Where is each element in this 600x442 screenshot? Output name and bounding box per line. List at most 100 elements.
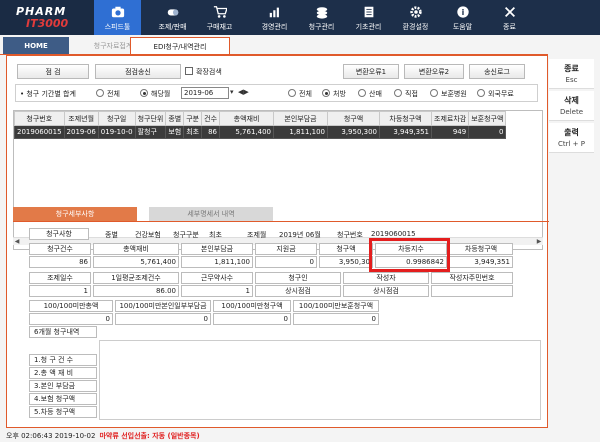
claim-info-label: 청구사항 bbox=[29, 228, 89, 240]
nav-claims[interactable]: 청구관리 bbox=[298, 0, 345, 35]
col-header[interactable]: 본인부담금 bbox=[273, 111, 329, 126]
radio-prescription[interactable] bbox=[322, 89, 330, 97]
cell-bohun[interactable]: 0 bbox=[468, 125, 507, 139]
cell-unit[interactable]: 팔청구 bbox=[134, 125, 167, 139]
col-header[interactable]: 총액재비 bbox=[219, 111, 275, 126]
col-header[interactable]: 구분 bbox=[183, 111, 203, 126]
nav-settings[interactable]: 환경설정 bbox=[392, 0, 439, 35]
col-header[interactable]: 조제료차감 bbox=[431, 111, 470, 126]
tab-claim-detail[interactable]: 청구세부사항 bbox=[13, 207, 137, 221]
radio-direct-label: 직접 bbox=[405, 90, 418, 98]
claims-table: 청구번호 조제년월 청구일 청구단위 종별 구분 건수 총액재비 본인부담금 청… bbox=[14, 111, 507, 139]
table-row[interactable]: 2019060015 2019-06 019-10-0 팔청구 보험 최초 86… bbox=[14, 125, 507, 139]
pills-icon bbox=[166, 5, 180, 19]
cell-claim-date[interactable]: 019-10-0 bbox=[97, 125, 136, 139]
nav-purchase[interactable]: 구매재고 bbox=[196, 0, 243, 35]
radio-foreign[interactable] bbox=[477, 89, 485, 97]
col-header[interactable]: 보훈청구액 bbox=[468, 111, 507, 126]
col-header[interactable]: 청구단위 bbox=[134, 111, 167, 126]
history-item: 3.본인 부담금 bbox=[29, 380, 97, 392]
cell-division[interactable]: 최초 bbox=[183, 125, 203, 139]
col-header[interactable]: 건수 bbox=[201, 111, 221, 126]
nav-label: 경영관리 bbox=[261, 23, 288, 31]
label-under100-copay: 100/100미만본인일부부담금 bbox=[115, 300, 211, 312]
claim-div-value: 최초 bbox=[209, 231, 222, 239]
print-shortcut: Ctrl + P bbox=[558, 140, 585, 148]
value-under100-copay: 0 bbox=[115, 313, 211, 325]
month-stepper-icon[interactable]: ◀▶ bbox=[238, 88, 249, 96]
status-bar: 오후 02:06:43 2019-10-02 마약류 선입선출: 자동 (일반종… bbox=[0, 429, 600, 442]
delete-label: 삭제 bbox=[564, 96, 579, 105]
check-send-button[interactable]: 점검송신 bbox=[95, 64, 181, 79]
history-grid bbox=[99, 340, 541, 420]
send-log-button[interactable]: 송신로그 bbox=[469, 64, 525, 79]
col-header[interactable]: 종별 bbox=[165, 111, 185, 126]
close-icon bbox=[503, 5, 517, 19]
cell-total[interactable]: 5,761,400 bbox=[219, 125, 275, 139]
exit-side-button[interactable]: 종료 Esc bbox=[549, 59, 594, 89]
nav-exit[interactable]: 종료 bbox=[486, 0, 533, 35]
cell-claim-no[interactable]: 2019060015 bbox=[14, 125, 65, 139]
label-total-cost: 총액재비 bbox=[93, 243, 179, 255]
radio-bohun[interactable] bbox=[430, 89, 438, 97]
cell-copay[interactable]: 1,811,100 bbox=[273, 125, 329, 139]
tab-bar: HOME 청구자료접계 EDI청구/내역관리 bbox=[0, 35, 600, 55]
claim-div-label: 청구구분 bbox=[173, 231, 199, 239]
scroll-left-icon[interactable]: ◀ bbox=[13, 238, 21, 246]
tab-statement-detail[interactable]: 세부명세서 내역 bbox=[149, 207, 273, 221]
radio-month[interactable] bbox=[140, 89, 148, 97]
print-side-button[interactable]: 출력 Ctrl + P bbox=[549, 123, 594, 153]
value-pharmacist-count: 1 bbox=[181, 285, 253, 297]
main-panel: 점 검 점검송신 확장검색 변환오류1 변환오류2 송신로그 • 청구 기간별 … bbox=[6, 55, 549, 428]
radio-month-label: 해당월 bbox=[151, 90, 171, 98]
cell-count[interactable]: 86 bbox=[201, 125, 221, 139]
nav-management[interactable]: 경영관리 bbox=[251, 0, 298, 35]
tab-edi-claim[interactable]: EDI청구/내역관리 bbox=[130, 37, 230, 55]
label-author: 작성자 bbox=[343, 272, 429, 284]
label-subsidy: 지원금 bbox=[255, 243, 317, 255]
month-label: 조제월 bbox=[247, 231, 267, 239]
scroll-right-icon[interactable]: ▶ bbox=[535, 238, 543, 246]
nav-speedtool[interactable]: 스피드툴 bbox=[94, 0, 141, 35]
tab-home[interactable]: HOME bbox=[3, 37, 69, 55]
value-claimant: 상시점검 bbox=[255, 285, 341, 297]
radio-direct[interactable] bbox=[394, 89, 402, 97]
nav-label: 스피드툴 bbox=[104, 23, 131, 31]
nav-help[interactable]: i 도움말 bbox=[439, 0, 486, 35]
nav-dispense[interactable]: 조제/판매 bbox=[149, 0, 196, 35]
col-header[interactable]: 청구일 bbox=[97, 111, 136, 126]
cell-diff-amount[interactable]: 3,949,351 bbox=[379, 125, 433, 139]
label-avg-daily: 1일평균조제건수 bbox=[93, 272, 179, 284]
radio-all-type[interactable] bbox=[288, 89, 296, 97]
error1-button[interactable]: 변환오류1 bbox=[343, 64, 399, 79]
month-dropdown-icon[interactable]: ▾ bbox=[230, 88, 234, 96]
radio-sale[interactable] bbox=[358, 89, 366, 97]
cell-claim-amount[interactable]: 3,950,300 bbox=[327, 125, 381, 139]
print-label: 출력 bbox=[564, 128, 579, 137]
radio-all-type-label: 전체 bbox=[299, 90, 312, 98]
cell-fee-deduct[interactable]: 949 bbox=[431, 125, 470, 139]
coins-icon bbox=[315, 5, 329, 19]
value-author-id bbox=[431, 285, 513, 297]
nav-basic[interactable]: 기초관리 bbox=[345, 0, 392, 35]
cell-month[interactable]: 2019-06 bbox=[63, 125, 99, 139]
history-title: 6개월 청구내역 bbox=[29, 326, 97, 338]
col-header[interactable]: 청구액 bbox=[327, 111, 381, 126]
chart-icon bbox=[268, 5, 282, 19]
col-header[interactable]: 조제년월 bbox=[63, 111, 99, 126]
gear-icon bbox=[409, 5, 423, 19]
col-header[interactable]: 차등청구액 bbox=[379, 111, 433, 126]
check-button[interactable]: 점 검 bbox=[17, 64, 89, 79]
cell-type[interactable]: 보험 bbox=[165, 125, 185, 139]
highlight-box bbox=[369, 238, 450, 272]
error2-button[interactable]: 변환오류2 bbox=[404, 64, 464, 79]
help-icon: i bbox=[456, 5, 470, 19]
month-input[interactable]: 2019-06 bbox=[181, 87, 229, 99]
value-claim-amount: 3,950,30 bbox=[319, 256, 373, 268]
delete-side-button[interactable]: 삭제 Delete bbox=[549, 91, 594, 121]
col-header[interactable]: 청구번호 bbox=[14, 111, 65, 126]
top-navigation: PHARM IT3000 스피드툴 조제/판매 구매재고 경영관리 청구관리 기… bbox=[0, 0, 600, 35]
radio-all-period[interactable] bbox=[96, 89, 104, 97]
expand-search-checkbox[interactable] bbox=[185, 67, 193, 75]
nav-label: 청구관리 bbox=[308, 23, 335, 31]
